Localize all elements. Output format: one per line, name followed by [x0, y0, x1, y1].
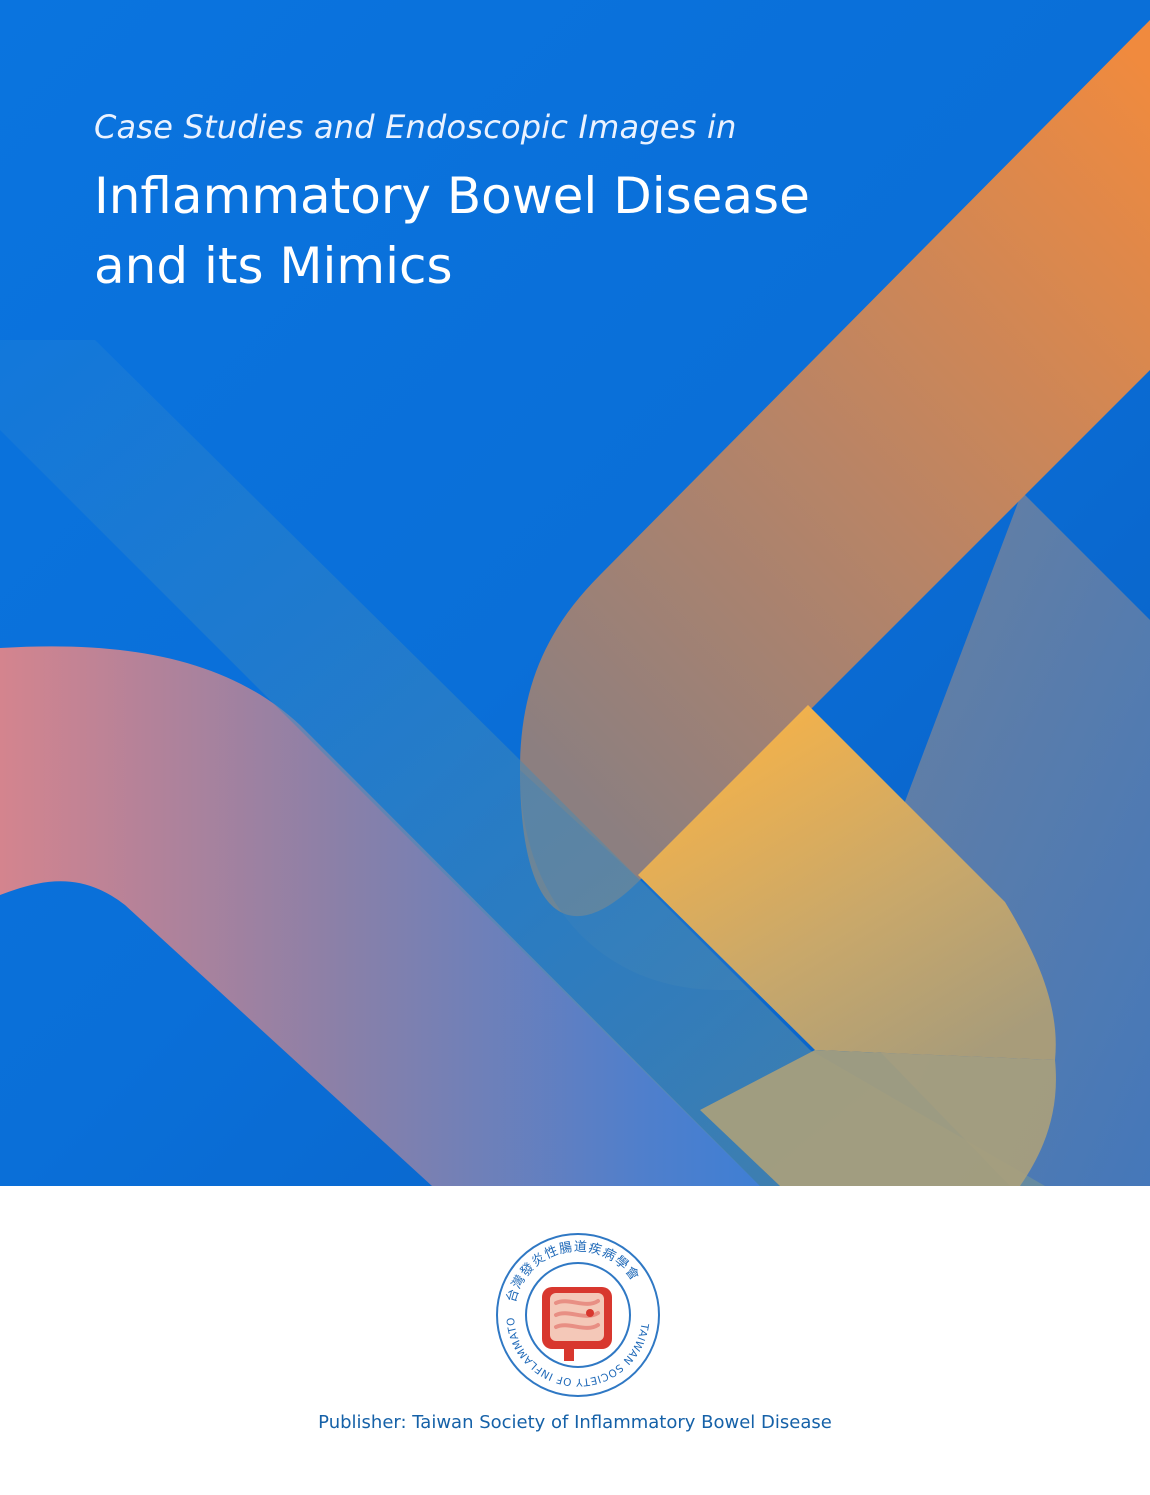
- publisher-section: TAIWAN SOCIETY OF INFLAMMATORY BOWEL DIS…: [0, 1186, 1150, 1495]
- book-title-line-1: Inflammatory Bowel Disease: [94, 167, 810, 225]
- publisher-credit: Publisher: Taiwan Society of Inflammator…: [318, 1412, 832, 1433]
- title-block: Case Studies and Endoscopic Images in In…: [94, 100, 1054, 302]
- book-title-line-2: and its Mimics: [94, 237, 453, 295]
- society-logo: TAIWAN SOCIETY OF INFLAMMATORY BOWEL DIS…: [494, 1231, 662, 1399]
- society-seal-icon: TAIWAN SOCIETY OF INFLAMMATORY BOWEL DIS…: [494, 1231, 660, 1397]
- book-subtitle: Case Studies and Endoscopic Images in: [94, 108, 737, 146]
- book-cover-page: Case Studies and Endoscopic Images in In…: [0, 0, 1150, 1495]
